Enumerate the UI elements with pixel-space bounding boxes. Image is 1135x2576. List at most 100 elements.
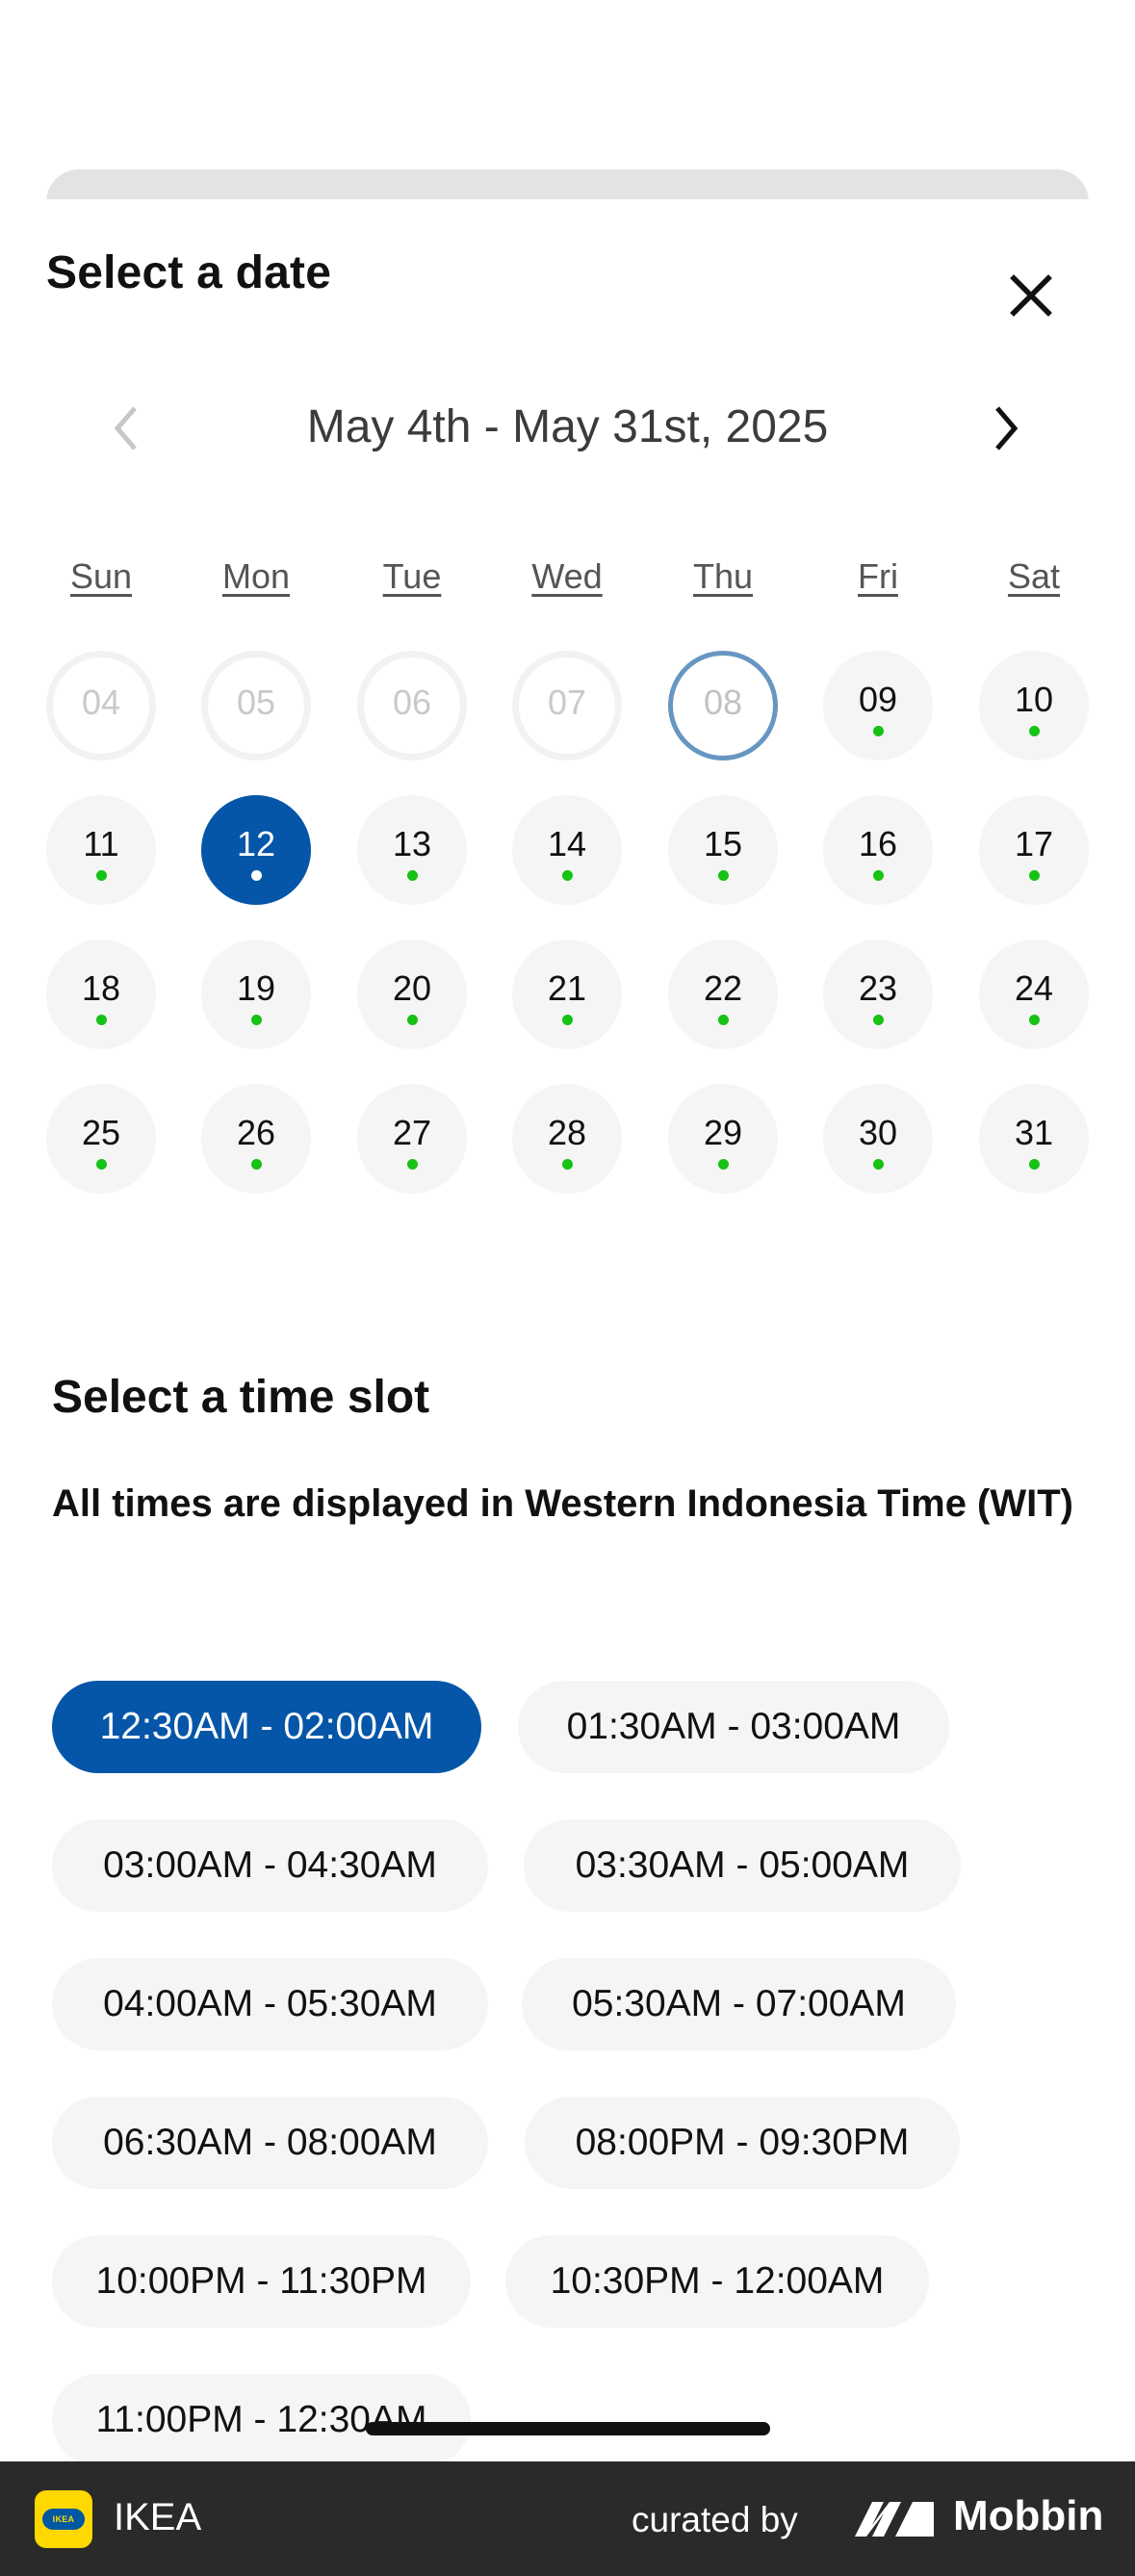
availability-dot — [251, 1015, 262, 1025]
time-slot-2[interactable]: 03:00AM - 04:30AM — [52, 1819, 488, 1912]
chevron-right-icon — [995, 406, 1019, 451]
availability-dot — [1029, 870, 1040, 881]
availability-dot — [251, 870, 262, 881]
day-number: 24 — [1014, 968, 1054, 1008]
calendar-day-10[interactable]: 10 — [979, 651, 1089, 760]
weekday-sun: Sun — [69, 556, 133, 596]
previous-range-button[interactable] — [92, 395, 160, 462]
calendar-day-14[interactable]: 14 — [512, 795, 622, 905]
chevron-left-icon — [114, 406, 137, 451]
availability-dot — [1029, 1159, 1040, 1170]
calendar-day-07: 07 — [512, 651, 622, 760]
weekday-fri: Fri — [858, 556, 898, 596]
day-number: 27 — [392, 1113, 432, 1152]
time-slot-4[interactable]: 04:00AM - 05:30AM — [52, 1958, 488, 2050]
availability-dot — [96, 870, 107, 881]
day-number: 31 — [1014, 1113, 1054, 1152]
page: Select a date May 4th - May 31st, 2025 S… — [0, 0, 1135, 2576]
mobbin-brand: Mobbin — [953, 2492, 1104, 2539]
calendar-day-30[interactable]: 30 — [823, 1084, 933, 1194]
calendar-day-21[interactable]: 21 — [512, 940, 622, 1049]
day-number: 25 — [81, 1113, 121, 1152]
day-number: 29 — [703, 1113, 743, 1152]
day-number: 06 — [392, 683, 432, 722]
day-number: 30 — [858, 1113, 898, 1152]
time-slot-1[interactable]: 01:30AM - 03:00AM — [518, 1681, 949, 1773]
availability-dot — [718, 1015, 729, 1025]
day-number: 21 — [547, 968, 587, 1008]
day-number: 09 — [858, 680, 898, 719]
time-slot-0[interactable]: 12:30AM - 02:00AM — [52, 1681, 481, 1773]
day-number: 19 — [236, 968, 276, 1008]
day-number: 26 — [236, 1113, 276, 1152]
calendar-day-25[interactable]: 25 — [46, 1084, 156, 1194]
day-number: 16 — [858, 824, 898, 863]
availability-dot — [873, 870, 884, 881]
day-number: 15 — [703, 824, 743, 863]
ikea-logo: IKEA — [35, 2490, 92, 2548]
sheet-handle-strip — [46, 169, 1089, 202]
weekday-tue: Tue — [382, 556, 442, 596]
day-number: 07 — [547, 683, 587, 722]
calendar-day-27[interactable]: 27 — [357, 1084, 467, 1194]
calendar-day-28[interactable]: 28 — [512, 1084, 622, 1194]
time-slot-title: Select a time slot — [52, 1372, 430, 1423]
calendar-day-23[interactable]: 23 — [823, 940, 933, 1049]
calendar-day-19[interactable]: 19 — [201, 940, 311, 1049]
time-slot-5[interactable]: 05:30AM - 07:00AM — [522, 1958, 956, 2050]
availability-dot — [96, 1015, 107, 1025]
weekday-wed: Wed — [531, 556, 603, 596]
calendar-day-04: 04 — [46, 651, 156, 760]
time-slot-9[interactable]: 10:30PM - 12:00AM — [505, 2235, 929, 2328]
day-number: 18 — [81, 968, 121, 1008]
mobbin-logo-icon — [855, 2502, 934, 2537]
day-number: 08 — [703, 683, 743, 722]
time-slot-10[interactable]: 11:00PM - 12:30AM — [52, 2374, 471, 2466]
availability-dot — [718, 870, 729, 881]
availability-dot — [562, 1015, 573, 1025]
calendar-day-26[interactable]: 26 — [201, 1084, 311, 1194]
weekday-sat: Sat — [1007, 556, 1061, 596]
calendar-day-31[interactable]: 31 — [979, 1084, 1089, 1194]
app-name: IKEA — [114, 2496, 202, 2538]
availability-dot — [251, 1159, 262, 1170]
availability-dot — [407, 1015, 418, 1025]
availability-dot — [1029, 726, 1040, 736]
calendar-day-11[interactable]: 11 — [46, 795, 156, 905]
availability-dot — [96, 1159, 107, 1170]
calendar-day-05: 05 — [201, 651, 311, 760]
availability-dot — [873, 726, 884, 736]
calendar-day-24[interactable]: 24 — [979, 940, 1089, 1049]
calendar-day-17[interactable]: 17 — [979, 795, 1089, 905]
day-number: 14 — [547, 824, 587, 863]
close-button[interactable] — [997, 262, 1065, 329]
calendar-day-18[interactable]: 18 — [46, 940, 156, 1049]
availability-dot — [873, 1015, 884, 1025]
calendar-day-12[interactable]: 12 — [201, 795, 311, 905]
time-slot-7[interactable]: 08:00PM - 09:30PM — [525, 2097, 960, 2189]
weekday-header: Sun Mon Tue Wed Thu Fri Sat — [0, 556, 1135, 605]
availability-dot — [562, 870, 573, 881]
time-slot-6[interactable]: 06:30AM - 08:00AM — [52, 2097, 488, 2189]
day-number: 05 — [236, 683, 276, 722]
date-range-label: May 4th - May 31st, 2025 — [306, 401, 829, 452]
calendar-day-20[interactable]: 20 — [357, 940, 467, 1049]
availability-dot — [718, 1159, 729, 1170]
calendar-day-09[interactable]: 09 — [823, 651, 933, 760]
availability-dot — [407, 870, 418, 881]
time-slot-3[interactable]: 03:30AM - 05:00AM — [524, 1819, 961, 1912]
timezone-note: All times are displayed in Western Indon… — [52, 1482, 1073, 1525]
day-number: 17 — [1014, 824, 1054, 863]
calendar-day-29[interactable]: 29 — [668, 1084, 778, 1194]
time-slot-8[interactable]: 10:00PM - 11:30PM — [52, 2235, 471, 2328]
home-indicator — [366, 2422, 770, 2435]
day-number: 10 — [1014, 680, 1054, 719]
day-number: 23 — [858, 968, 898, 1008]
next-range-button[interactable] — [972, 395, 1040, 462]
curated-by-label: curated by — [632, 2500, 798, 2539]
calendar-day-13[interactable]: 13 — [357, 795, 467, 905]
calendar-day-16[interactable]: 16 — [823, 795, 933, 905]
calendar-day-15[interactable]: 15 — [668, 795, 778, 905]
calendar-day-22[interactable]: 22 — [668, 940, 778, 1049]
date-range-navigator: May 4th - May 31st, 2025 — [0, 385, 1135, 472]
